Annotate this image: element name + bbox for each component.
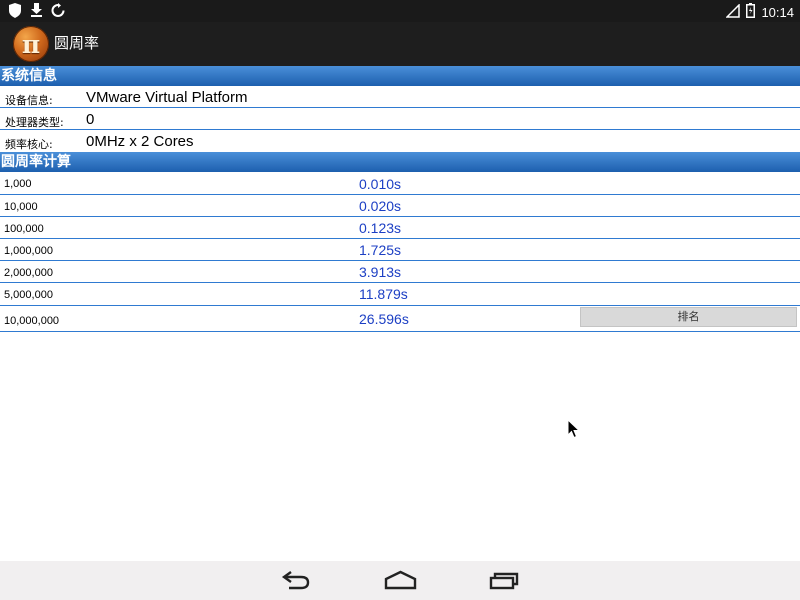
- mouse-cursor-icon: [567, 418, 581, 443]
- recents-icon[interactable]: [489, 569, 521, 595]
- info-row-device: 设备信息: VMware Virtual Platform: [0, 86, 800, 108]
- app-title: 圆周率: [54, 34, 100, 52]
- action-bar: π 圆周率: [0, 22, 800, 66]
- pi-glyph: π: [21, 29, 41, 59]
- calc-time: 3.913s: [359, 264, 402, 280]
- digits-count: 10,000: [4, 201, 38, 213]
- rank-button[interactable]: 排名: [580, 307, 797, 327]
- section-header-pi-calc: 圆周率计算: [0, 152, 800, 172]
- calc-row: 10,000 0.020s: [0, 195, 800, 217]
- calc-time: 0.010s: [359, 176, 402, 192]
- calc-time: 26.596s: [359, 311, 409, 327]
- digits-count: 5,000,000: [4, 289, 53, 301]
- navigation-bar: [0, 561, 800, 600]
- shield-icon: [8, 3, 22, 18]
- digits-count: 2,000,000: [4, 267, 53, 279]
- home-icon[interactable]: [384, 569, 417, 595]
- calc-time: 0.123s: [359, 220, 402, 236]
- digits-count: 10,000,000: [4, 315, 60, 327]
- digits-count: 1,000: [4, 178, 32, 190]
- calc-row: 10,000,000 26.596s 排名: [0, 306, 800, 332]
- download-icon: [30, 3, 43, 18]
- calc-time: 0.020s: [359, 198, 402, 214]
- info-label: 处理器类型:: [5, 116, 64, 129]
- calc-row: 100,000 0.123s: [0, 217, 800, 239]
- info-value: VMware Virtual Platform: [86, 89, 248, 106]
- signal-icon: [725, 3, 741, 22]
- app-pi-icon[interactable]: π: [13, 26, 49, 62]
- section-header-system-info: 系统信息: [0, 66, 800, 86]
- back-icon[interactable]: [281, 569, 311, 595]
- sync-icon: [51, 3, 65, 18]
- calc-row: 5,000,000 11.879s: [0, 283, 800, 306]
- info-label: 频率核心:: [5, 138, 53, 151]
- info-label: 设备信息:: [5, 94, 53, 107]
- clock: 10:14: [761, 5, 794, 20]
- digits-count: 1,000,000: [4, 245, 53, 257]
- status-bar: 10:14: [0, 0, 800, 22]
- info-value: 0MHz x 2 Cores: [86, 133, 194, 150]
- calc-row: 2,000,000 3.913s: [0, 261, 800, 283]
- info-row-frequency: 频率核心: 0MHz x 2 Cores: [0, 130, 800, 152]
- calc-time: 1.725s: [359, 242, 402, 258]
- calc-row: 1,000 0.010s: [0, 172, 800, 195]
- digits-count: 100,000: [4, 223, 44, 235]
- calc-time: 11.879s: [359, 286, 408, 302]
- info-value: 0: [86, 111, 95, 128]
- battery-icon: [746, 3, 756, 22]
- calc-row: 1,000,000 1.725s: [0, 239, 800, 261]
- info-row-processor: 处理器类型: 0: [0, 108, 800, 130]
